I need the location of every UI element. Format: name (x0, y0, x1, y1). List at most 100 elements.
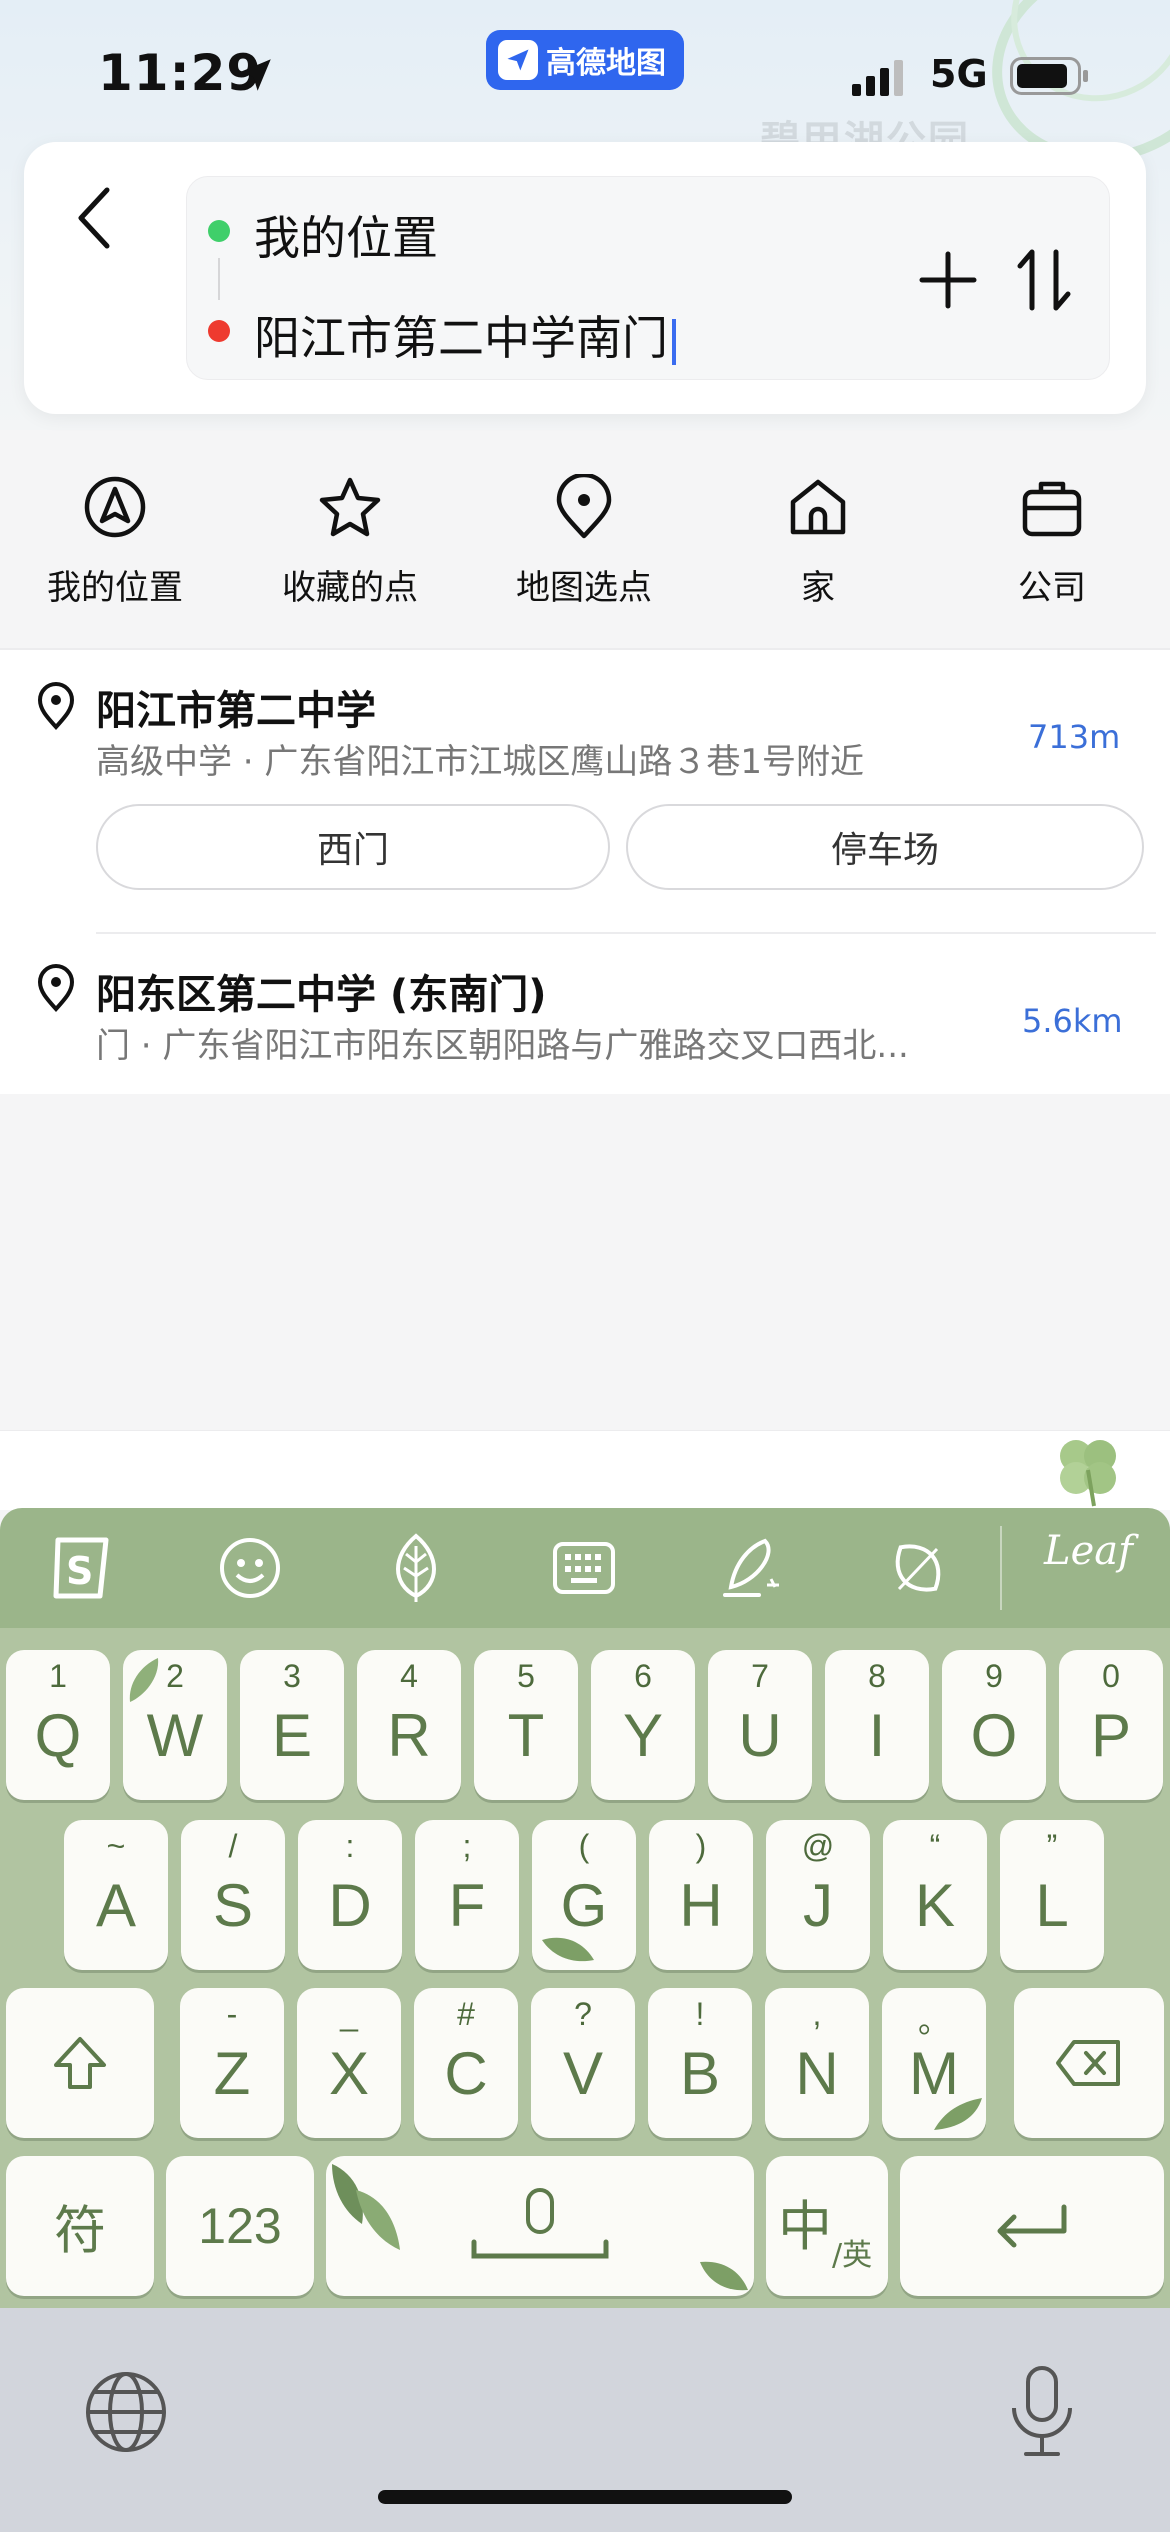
key-hint: 4 (400, 1658, 418, 1694)
shift-arrow-icon (54, 2037, 106, 2089)
key-c[interactable]: # C (414, 1988, 518, 2138)
globe-icon[interactable] (84, 2370, 168, 2454)
result-divider (96, 932, 1156, 934)
shortcut-pick-on-map[interactable]: 地图选点 (484, 474, 684, 624)
shortcut-my-location[interactable]: 我的位置 (15, 474, 215, 624)
key-b[interactable]: ! B (648, 1988, 752, 2138)
key-z[interactable]: -Z (180, 1988, 284, 2138)
location-arrow-icon (239, 59, 271, 91)
key-v[interactable]: ? V (531, 1988, 635, 2138)
key-hint: - (226, 1996, 238, 2032)
result-distance: 5.6km (1022, 1002, 1123, 1040)
key-letter: N (795, 2040, 839, 2107)
app-badge-label: 高德地图 (546, 46, 666, 81)
swap-route-button[interactable] (1010, 244, 1078, 316)
symbols-key[interactable]: 符 (6, 2156, 154, 2296)
key-j[interactable]: @ J (766, 1820, 870, 1970)
key-letter: A (95, 1872, 137, 1939)
key-o[interactable]: 9O (942, 1650, 1046, 1800)
shortcut-label: 公司 (1018, 568, 1086, 608)
delete-key[interactable] (1014, 1988, 1164, 2138)
origin-dot-icon (208, 220, 230, 242)
shortcut-home[interactable]: 家 (718, 474, 918, 624)
handwriting-icon[interactable] (710, 1528, 790, 1608)
signal-icon (852, 60, 903, 96)
key-hint: ; (462, 1828, 472, 1864)
key-hint: 8 (868, 1658, 886, 1694)
key-hint: 5 (517, 1658, 535, 1694)
key-l[interactable]: ” L (1000, 1820, 1104, 1970)
key-f[interactable]: ; F (415, 1820, 519, 1970)
key-n[interactable]: ,N (765, 1988, 869, 2138)
numbers-key[interactable]: 123 (166, 2156, 314, 2296)
key-q[interactable]: 1Q (6, 1650, 110, 1800)
enter-key[interactable] (900, 2156, 1164, 2296)
back-to-app-badge[interactable]: 高德地图 (486, 30, 684, 90)
text-cursor (672, 318, 676, 365)
add-waypoint-button[interactable] (914, 246, 982, 314)
shortcut-label: 收藏的点 (282, 568, 418, 608)
key-t[interactable]: 5T (474, 1650, 578, 1800)
key-hint: ) (695, 1828, 707, 1864)
leaf-settings-icon[interactable] (878, 1528, 958, 1608)
key-y[interactable]: 6Y (591, 1650, 695, 1800)
star-icon (319, 477, 381, 537)
language-switch-key[interactable]: 中 /英 (766, 2156, 888, 2296)
key-hint: ” (1046, 1828, 1058, 1864)
key-r[interactable]: 4R (357, 1650, 461, 1800)
emoji-icon[interactable] (210, 1528, 290, 1608)
leaf-brand-label[interactable]: Leaf (1044, 1528, 1133, 1574)
key-hint: ? (574, 1996, 592, 2032)
result-title: 阳东区第二中学 (东南门) (96, 972, 547, 1018)
key-letter: J (803, 1872, 833, 1939)
shortcut-label: 家 (801, 568, 835, 608)
location-pin-icon (37, 682, 75, 730)
shift-key[interactable] (6, 1988, 154, 2138)
skin-leaf-icon[interactable] (376, 1528, 456, 1608)
voice-input-icon (471, 2188, 609, 2259)
key-letter: E (271, 1702, 313, 1769)
backspace-icon (1056, 2040, 1120, 2086)
key-h[interactable]: ) H (649, 1820, 753, 1970)
key-letter: H (679, 1872, 723, 1939)
key-p[interactable]: 0P (1059, 1650, 1163, 1800)
lang-sub-label: /英 (832, 2238, 873, 2273)
key-letter: D (328, 1872, 372, 1939)
key-letter: X (328, 2040, 370, 2107)
shortcut-favorites[interactable]: 收藏的点 (250, 474, 450, 624)
key-letter: R (387, 1702, 431, 1769)
key-letter: Y (622, 1702, 664, 1769)
key-hint: 1 (49, 1658, 67, 1694)
key-hint: , (812, 1996, 822, 2032)
toolbar-separator (1000, 1526, 1002, 1610)
key-k[interactable]: “K (883, 1820, 987, 1970)
shortcut-company[interactable]: 公司 (952, 474, 1152, 624)
keyboard-switch-icon[interactable] (544, 1528, 624, 1608)
numbers-key-label: 123 (198, 2198, 282, 2254)
key-d[interactable]: :D (298, 1820, 402, 1970)
key-a[interactable]: ~ A (64, 1820, 168, 1970)
key-e[interactable]: 3E (240, 1650, 344, 1800)
key-hint: ( (578, 1828, 590, 1864)
destination-input[interactable]: 阳江市第二中学南门 (254, 302, 676, 368)
shortcut-label: 地图选点 (516, 568, 652, 608)
key-letter: F (448, 1872, 486, 1939)
key-x[interactable]: _ X (297, 1988, 401, 2138)
key-u[interactable]: 7U (708, 1650, 812, 1800)
key-letter: V (562, 2040, 604, 2107)
key-hint: “ (929, 1828, 941, 1864)
dictation-mic-icon[interactable] (1004, 2364, 1080, 2460)
battery-icon (1010, 57, 1088, 95)
sub-entry-parking-button[interactable]: 停车场 (626, 804, 1144, 890)
key-s[interactable]: / S (181, 1820, 285, 1970)
key-i[interactable]: 8I (825, 1650, 929, 1800)
key-letter: Q (34, 1702, 82, 1769)
key-letter: L (1035, 1872, 1069, 1939)
key-letter: W (146, 1702, 204, 1769)
result-title: 阳江市第二中学 (96, 688, 376, 734)
back-button[interactable] (58, 178, 128, 258)
home-icon (790, 479, 846, 535)
sub-entry-west-gate-button[interactable]: 西门 (96, 804, 610, 890)
origin-input[interactable]: 我的位置 (254, 202, 438, 268)
sogou-logo-icon[interactable]: S (44, 1528, 124, 1608)
